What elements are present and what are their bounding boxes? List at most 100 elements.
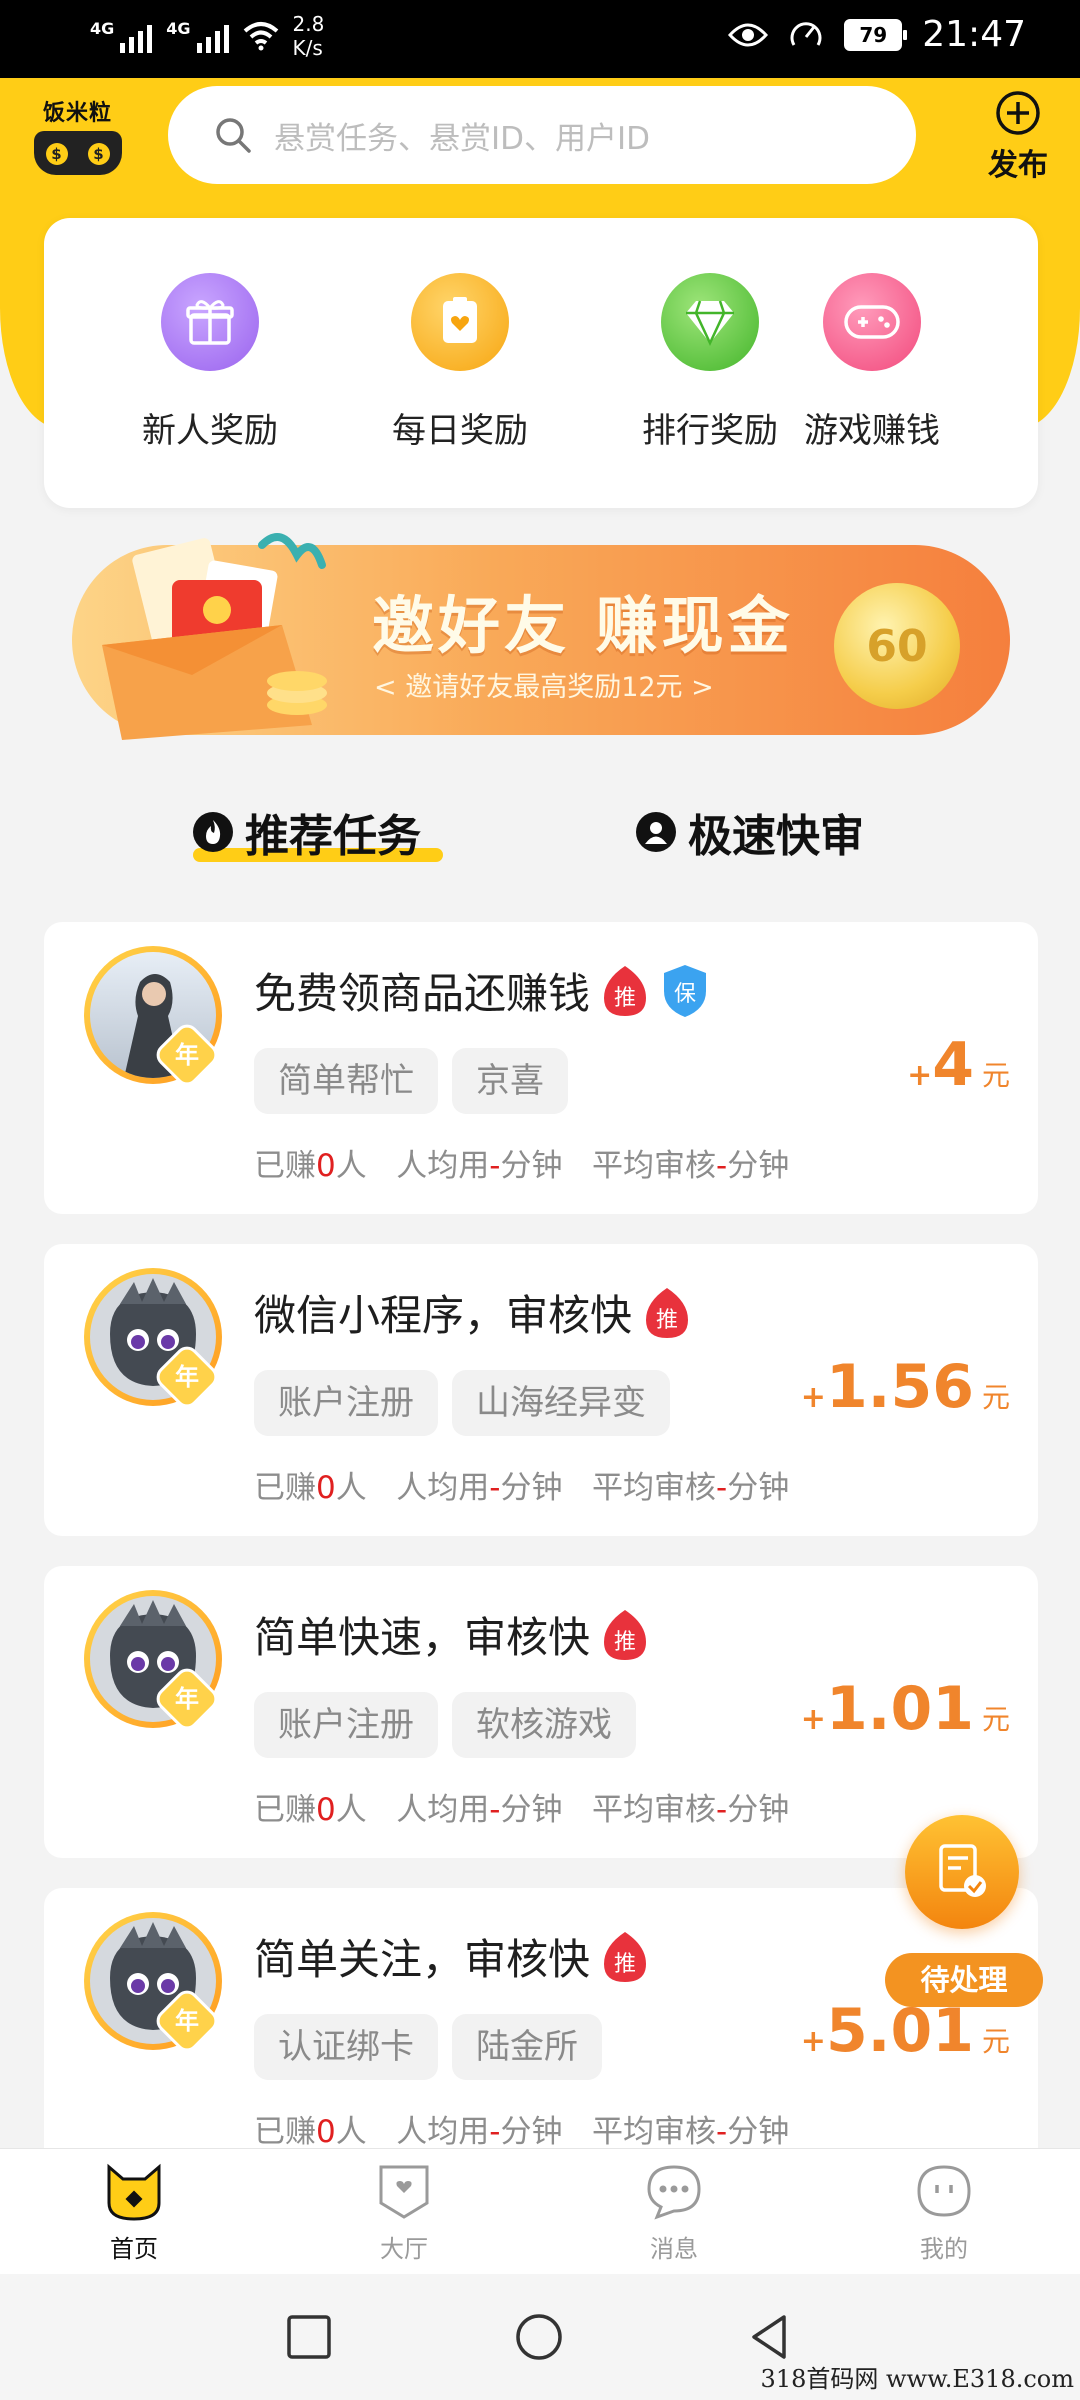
network-type-2: 4G [166,19,191,38]
quick-entry-games[interactable]: 游戏赚钱 [772,273,972,452]
recommend-badge-text: 推 [656,1308,678,1333]
stat-unit: 分钟 [500,1792,563,1828]
stat-label: 已赚 [254,2114,316,2150]
stat-unit: 人 [335,1148,367,1184]
quick-entry-label: 游戏赚钱 [804,411,940,451]
recommend-badge-icon: 推 [604,1931,647,1982]
stat-value: - [716,1148,728,1184]
task-tabs: 推荐任务 极速快审 [0,800,1080,870]
stat-unit: 分钟 [727,2114,790,2150]
cat-face-icon: $ $ [33,131,122,175]
task-title: 免费领商品还赚钱 推 保 [254,960,710,1021]
message-icon [647,2165,701,2220]
tab-label: 极速快审 [688,811,864,862]
search-input[interactable]: 悬赏任务、悬赏ID、用户ID [168,86,916,184]
publish-button[interactable]: 发布 [978,90,1058,184]
nav-messages[interactable]: 消息 [604,2163,744,2264]
stat-label: 已赚 [254,1148,316,1184]
task-stats: 已赚0人 人均用-分钟 平均审核-分钟 [254,1462,789,1507]
quick-entry-daily[interactable]: 每日奖励 [360,273,560,452]
pending-label: 待处理 [885,1953,1043,2007]
guarantee-badge-text: 保 [674,982,696,1007]
battery-icon: 79 [844,18,908,51]
banner-title: 邀好友 赚现金 [372,589,794,662]
diamond-icon [661,273,759,371]
tab-recommended[interactable]: 推荐任务 [193,800,421,864]
pending-floating-button[interactable]: 待处理 [885,1815,1045,2015]
task-stats: 已赚0人 人均用-分钟 平均审核-分钟 [254,2106,789,2151]
stat-value: - [716,2114,728,2150]
quick-entry-label: 新人奖励 [142,411,278,451]
guarantee-badge-icon: 保 [664,964,707,1017]
net-speed-value: 2.8 [292,12,325,36]
reward-unit: 元 [981,2025,1010,2058]
banner-coin-text: 60 [866,620,928,672]
logo-eye-left: $ [45,143,68,165]
year-badge-text: 年 [175,1041,199,1069]
stat-value: - [716,1792,728,1828]
clock: 21:47 [922,14,1026,55]
task-stats: 已赚0人 人均用-分钟 平均审核-分钟 [254,1140,789,1185]
stat-unit: 分钟 [500,1470,563,1506]
task-reward: + 1.01 元 [801,1674,1010,1744]
task-title: 微信小程序，审核快 推 [254,1282,692,1343]
task-title: 简单关注，审核快 推 [254,1926,650,1987]
app-logo[interactable]: 饭米粒 $ $ [30,95,125,175]
task-tags: 账户注册 山海经异变 [254,1370,670,1436]
user-icon [636,812,676,852]
task-card[interactable]: 年 微信小程序，审核快 推 账户注册 山海经异变 + 1.56 元 已赚0人 人… [44,1244,1038,1536]
bottom-nav: 首页 大厅 消息 我的 [0,2148,1080,2274]
stat-label: 平均审核 [592,1792,717,1828]
tab-fast-review[interactable]: 极速快审 [636,800,864,864]
net-speed: 2.8 K/s [293,12,325,60]
task-title-text: 微信小程序，审核快 [254,1291,633,1340]
stat-unit: 分钟 [500,1148,563,1184]
stat-earned-count: 0 [316,1792,336,1828]
stat-label: 已赚 [254,1470,316,1506]
recommend-badge-icon: 推 [604,965,647,1016]
stat-label: 平均审核 [592,1148,717,1184]
year-badge-text: 年 [175,1685,199,1713]
stat-earned-count: 0 [316,1470,336,1506]
nav-home[interactable]: 首页 [64,2163,204,2264]
year-badge-text: 年 [175,1363,199,1391]
stat-unit: 分钟 [727,1148,790,1184]
stat-unit: 人 [335,1792,367,1828]
publish-label: 发布 [988,148,1048,183]
status-left: 4G 4G 2.8 K/s [90,12,324,60]
task-title-text: 简单关注，审核快 [254,1935,591,1984]
task-card[interactable]: 年 免费领商品还赚钱 推 保 简单帮忙 京喜 + 4 元 已赚0人 人均用-分钟… [44,922,1038,1214]
banner-coin-icon: 60 [834,583,960,709]
battery-level: 79 [859,22,888,47]
recent-apps-icon[interactable] [284,2312,334,2362]
reward-amount: 4 [932,1030,974,1100]
home-circle-icon[interactable] [514,2312,564,2362]
task-tag: 账户注册 [254,1692,438,1758]
tab-label: 推荐任务 [245,811,421,862]
network-type-1: 4G [90,19,115,38]
quick-entry-newbie[interactable]: 新人奖励 [110,273,310,452]
reward-plus: + [907,1058,933,1093]
task-tag: 认证绑卡 [254,2014,438,2080]
back-icon[interactable] [744,2312,794,2362]
nav-hall[interactable]: 大厅 [334,2163,474,2264]
gift-box-illustration [102,533,327,740]
nav-mine[interactable]: 我的 [874,2163,1014,2264]
stat-unit: 分钟 [500,2114,563,2150]
logo-eye-right: $ [87,143,110,165]
nav-label: 首页 [110,2235,158,2263]
signal-1-icon: 4G [90,19,153,53]
task-tag: 京喜 [452,1048,568,1114]
status-right: 79 21:47 [728,14,1026,55]
reward-plus: + [800,2024,826,2059]
recommend-badge-text: 推 [614,1952,636,1977]
quick-entry-card: 新人奖励 每日奖励 排行奖励 游戏赚钱 [44,218,1038,508]
fire-icon [193,812,233,852]
stat-earned-count: 0 [316,1148,336,1184]
search-icon [216,118,251,153]
stat-unit: 人 [335,1470,367,1506]
invite-banner[interactable]: 邀好友 赚现金 < 邀请好友最高奖励12元 > 60 [72,533,1010,740]
reward-unit: 元 [981,1059,1010,1092]
nav-label: 消息 [650,2235,698,2263]
task-tag: 简单帮忙 [254,1048,438,1114]
